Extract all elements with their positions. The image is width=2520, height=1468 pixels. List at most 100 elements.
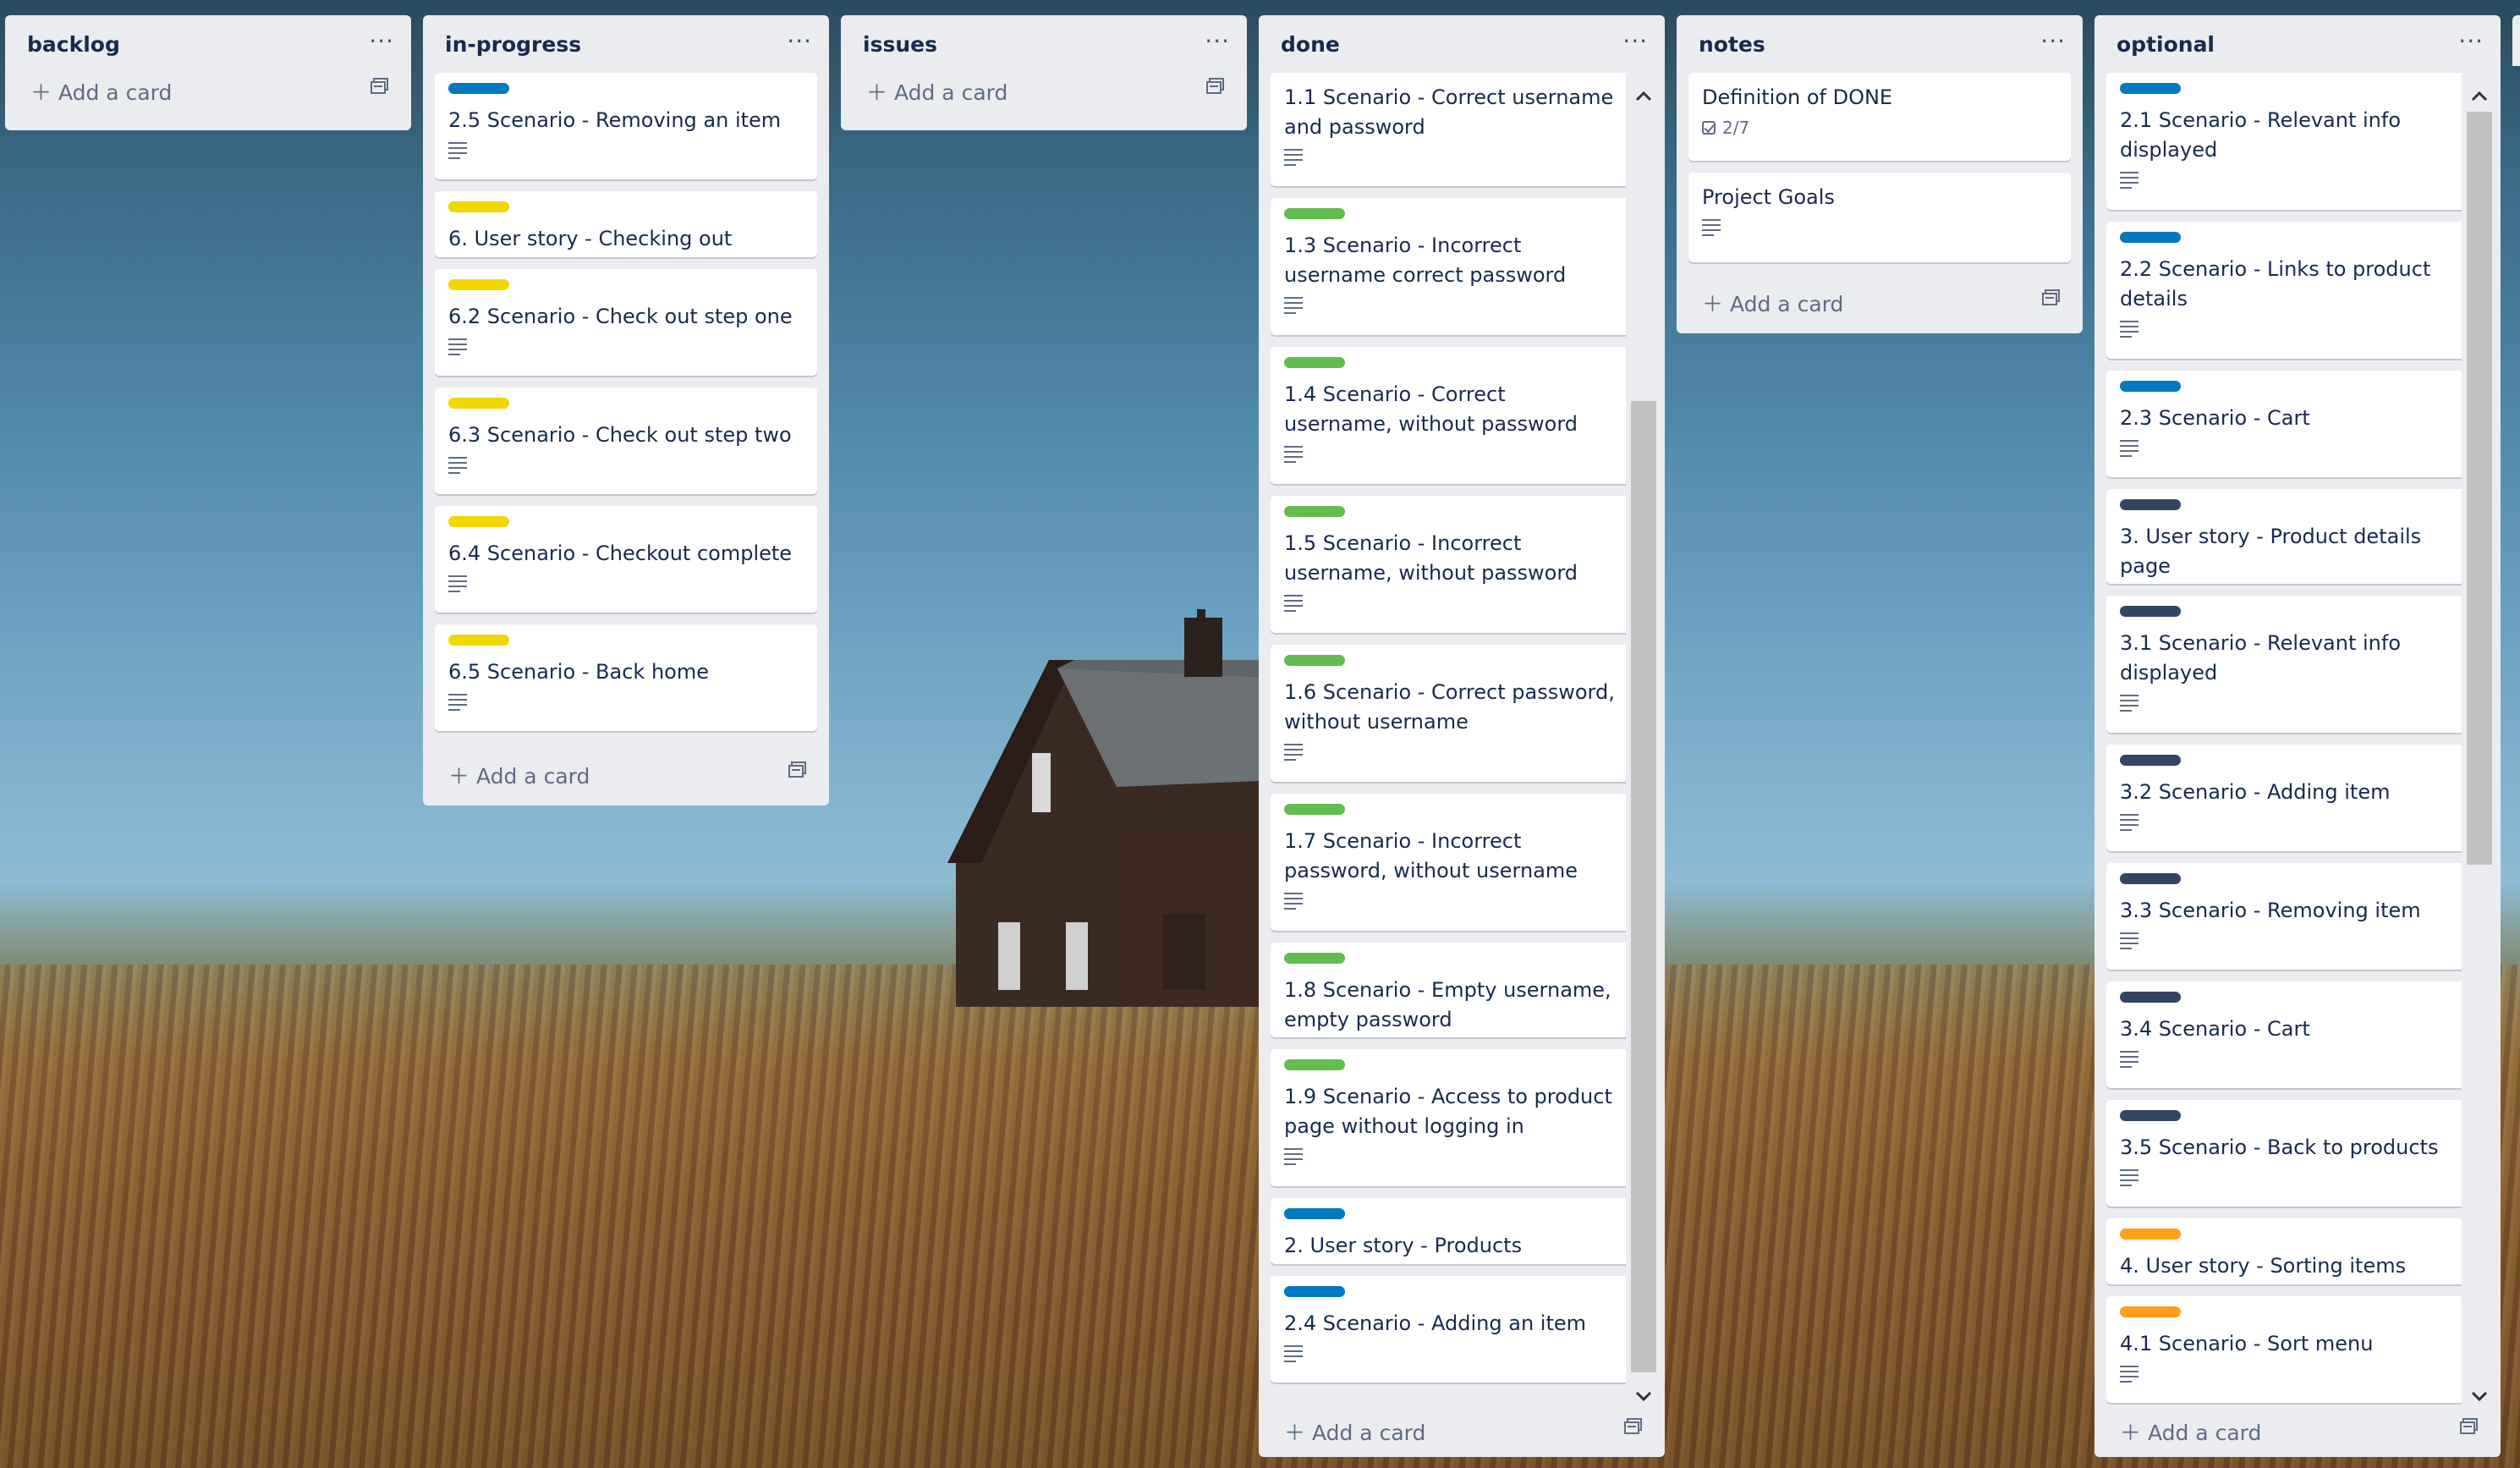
- card[interactable]: 3.2 Scenario - Adding item: [2106, 745, 2465, 851]
- card-label[interactable]: [1284, 1286, 1345, 1297]
- card-label[interactable]: [2120, 1229, 2181, 1240]
- card[interactable]: 3. User story - Product details page: [2106, 489, 2465, 584]
- list-menu-button[interactable]: ···: [369, 27, 394, 55]
- list-title[interactable]: notes: [1699, 32, 1765, 57]
- list-title[interactable]: optional: [2116, 32, 2215, 57]
- card[interactable]: 4.1 Scenario - Sort menu: [2106, 1296, 2465, 1403]
- scrollbar-thumb[interactable]: [2467, 112, 2492, 865]
- list-notes: notes ··· Definition of DONE 2/7 Project …: [1677, 15, 2083, 333]
- list-title[interactable]: issues: [863, 32, 937, 57]
- scrollbar[interactable]: [1626, 74, 1661, 1416]
- card[interactable]: 6.5 Scenario - Back home: [435, 624, 817, 731]
- card-label[interactable]: [448, 635, 509, 646]
- template-icon[interactable]: [2042, 289, 2061, 306]
- card[interactable]: 1.5 Scenario - Incorrect username, witho…: [1271, 496, 1629, 633]
- card[interactable]: 1.8 Scenario - Empty username, empty pas…: [1271, 943, 1629, 1037]
- card-label[interactable]: [2120, 755, 2181, 766]
- template-icon[interactable]: [1206, 78, 1225, 95]
- card[interactable]: 3.5 Scenario - Back to products: [2106, 1100, 2465, 1207]
- card[interactable]: 6.4 Scenario - Checkout complete: [435, 506, 817, 613]
- card[interactable]: 1.9 Scenario - Access to product page wi…: [1271, 1049, 1629, 1186]
- list-menu-button[interactable]: ···: [2040, 27, 2066, 55]
- scrollbar[interactable]: [2462, 74, 2497, 1416]
- card-label[interactable]: [2120, 1110, 2181, 1121]
- card-label[interactable]: [1284, 506, 1345, 517]
- next-list-edge[interactable]: [2512, 15, 2520, 66]
- card-label[interactable]: [2120, 873, 2181, 884]
- card[interactable]: 6. User story - Checking out: [435, 191, 817, 257]
- card-title: 3.2 Scenario - Adding item: [2120, 780, 2391, 804]
- card[interactable]: 1.6 Scenario - Correct password, without…: [1271, 645, 1629, 782]
- add-card-button[interactable]: ＋ Add a card: [1259, 1399, 1665, 1457]
- card[interactable]: 2.2 Scenario - Links to product details: [2106, 222, 2465, 359]
- card[interactable]: 3.1 Scenario - Relevant info displayed: [2106, 596, 2465, 733]
- card[interactable]: 3.3 Scenario - Removing item: [2106, 863, 2465, 970]
- card[interactable]: 3.4 Scenario - Cart: [2106, 981, 2465, 1088]
- card-label[interactable]: [1284, 804, 1345, 815]
- description-icon: [2120, 440, 2138, 457]
- card-label[interactable]: [2120, 1306, 2181, 1317]
- scroll-up-icon[interactable]: [2468, 85, 2491, 108]
- card[interactable]: 2.5 Scenario - Removing an item: [435, 73, 817, 179]
- scroll-up-icon[interactable]: [1632, 85, 1655, 108]
- card-label[interactable]: [448, 516, 509, 527]
- card[interactable]: 1.1 Scenario - Correct username and pass…: [1271, 73, 1629, 186]
- add-card-text: ＋ Add a card: [2120, 1421, 2262, 1445]
- description-icon: [1284, 297, 1303, 314]
- card-label[interactable]: [2120, 499, 2181, 510]
- card[interactable]: 1.7 Scenario - Incorrect password, witho…: [1271, 794, 1629, 931]
- card[interactable]: 6.3 Scenario - Check out step two: [435, 388, 817, 494]
- card-label[interactable]: [448, 279, 509, 290]
- card-title: 2.3 Scenario - Cart: [2120, 406, 2310, 430]
- list-menu-button[interactable]: ···: [2458, 27, 2484, 55]
- card-title: 1.3 Scenario - Incorrect username correc…: [1284, 234, 1567, 287]
- add-card-button[interactable]: ＋ Add a card: [2095, 1399, 2501, 1457]
- card-title: 4.1 Scenario - Sort menu: [2120, 1332, 2374, 1355]
- card-label[interactable]: [1284, 1208, 1345, 1219]
- list-menu-button[interactable]: ···: [1622, 27, 1648, 55]
- add-card-button[interactable]: ＋ Add a card: [423, 743, 829, 800]
- add-card-button[interactable]: ＋ Add a card: [5, 59, 411, 117]
- card-label[interactable]: [1284, 208, 1345, 219]
- card-label[interactable]: [448, 201, 509, 212]
- card-title: Definition of DONE: [1702, 85, 1893, 109]
- list-issues: issues ··· ＋ Add a card: [841, 15, 1247, 130]
- card[interactable]: 2.3 Scenario - Cart: [2106, 371, 2465, 477]
- list-title[interactable]: backlog: [27, 32, 120, 57]
- card[interactable]: Definition of DONE 2/7: [1688, 73, 2071, 161]
- scrollbar-thumb[interactable]: [1631, 401, 1656, 1372]
- card-label[interactable]: [2120, 381, 2181, 392]
- card-label[interactable]: [448, 398, 509, 409]
- card-label[interactable]: [1284, 655, 1345, 666]
- card[interactable]: 2.1 Scenario - Relevant info displayed: [2106, 73, 2465, 210]
- template-icon[interactable]: [2460, 1418, 2479, 1435]
- card-label[interactable]: [448, 83, 509, 94]
- template-icon[interactable]: [1624, 1418, 1643, 1435]
- card[interactable]: 1.4 Scenario - Correct username, without…: [1271, 347, 1629, 484]
- card-label[interactable]: [2120, 606, 2181, 617]
- card-label[interactable]: [2120, 992, 2181, 1003]
- card-label[interactable]: [2120, 83, 2181, 94]
- template-icon[interactable]: [788, 761, 807, 778]
- add-card-button[interactable]: ＋ Add a card: [841, 59, 1247, 117]
- list-menu-button[interactable]: ···: [787, 27, 812, 55]
- card-label[interactable]: [1284, 1059, 1345, 1070]
- description-icon: [1702, 219, 1721, 236]
- add-card-button[interactable]: ＋ Add a card: [1677, 271, 2083, 328]
- template-icon[interactable]: [371, 78, 389, 95]
- card[interactable]: 6.2 Scenario - Check out step one: [435, 269, 817, 376]
- description-icon: [2120, 1366, 2138, 1383]
- card-label[interactable]: [1284, 953, 1345, 964]
- card-title: 6. User story - Checking out: [448, 227, 733, 250]
- card[interactable]: 2. User story - Products: [1271, 1198, 1629, 1264]
- list-title[interactable]: in-progress: [445, 32, 581, 57]
- card[interactable]: Project Goals: [1688, 173, 2071, 262]
- list-menu-button[interactable]: ···: [1205, 27, 1230, 55]
- card-label[interactable]: [2120, 232, 2181, 243]
- card[interactable]: 1.3 Scenario - Incorrect username correc…: [1271, 198, 1629, 335]
- card[interactable]: 2.4 Scenario - Adding an item: [1271, 1276, 1629, 1383]
- card-label[interactable]: [1284, 357, 1345, 368]
- card[interactable]: 4. User story - Sorting items: [2106, 1218, 2465, 1284]
- card-title: 3.3 Scenario - Removing item: [2120, 899, 2421, 922]
- list-title[interactable]: done: [1281, 32, 1340, 57]
